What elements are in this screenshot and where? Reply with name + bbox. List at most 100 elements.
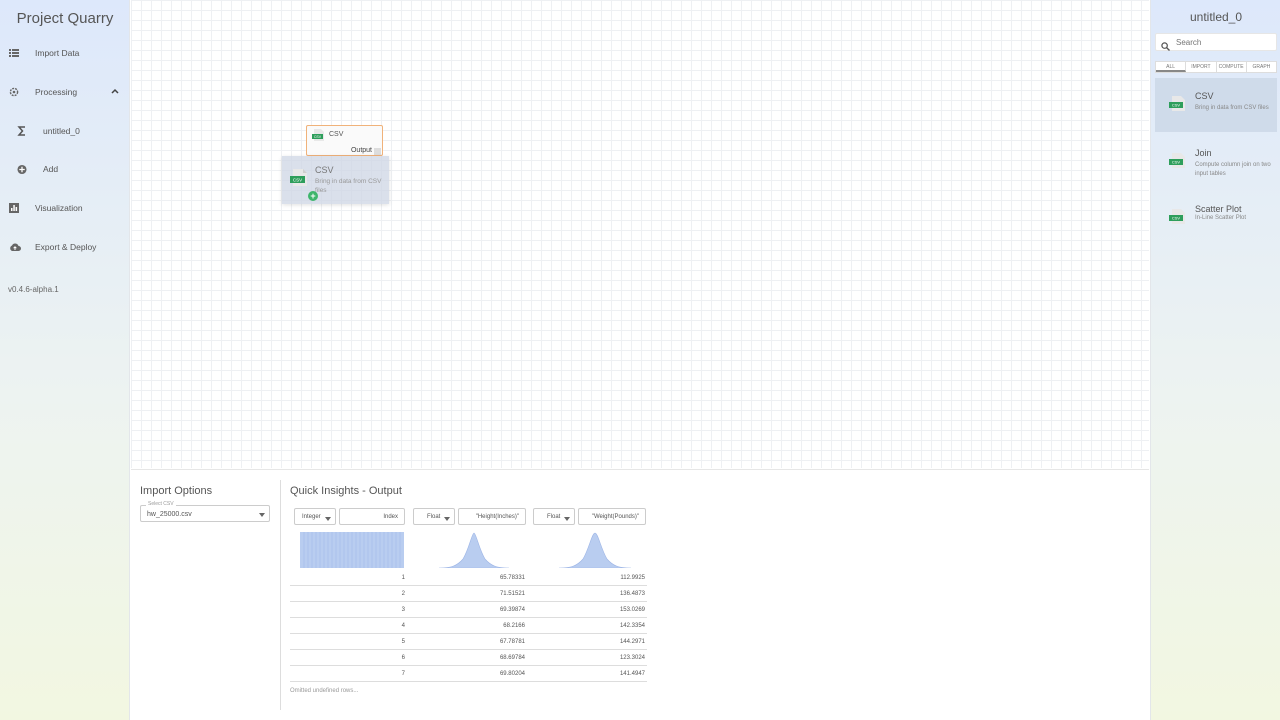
table-cell: 136.4873 — [619, 591, 645, 597]
nav-export-deploy[interactable]: Export & Deploy — [0, 236, 130, 258]
output-port-handle[interactable] — [374, 148, 381, 155]
select-csv-dropdown[interactable]: Select CSV hw_25000.csv — [140, 501, 270, 522]
table-row: 2 71.51521 136.4873 — [290, 586, 647, 602]
search-input[interactable] — [1176, 36, 1274, 49]
table-row: 5 67.78781 144.2971 — [290, 634, 647, 650]
palette-item-description: In-Line Scatter Plot — [1195, 215, 1247, 221]
chevron-down-icon — [444, 517, 450, 521]
bar-chart-icon — [9, 203, 19, 213]
chevron-down-icon — [259, 513, 265, 517]
palette-item-title: Scatter Plot — [1195, 204, 1242, 214]
filter-tab-all[interactable]: ALL — [1156, 62, 1187, 72]
list-icon — [9, 48, 19, 58]
column-name-field[interactable]: "Height(Inches)" — [458, 508, 526, 525]
search-icon — [1161, 38, 1170, 56]
csv-file-icon: CSV — [1168, 96, 1186, 117]
column-type-value: Float — [427, 514, 441, 520]
csv-file-icon: CSV — [311, 129, 325, 147]
select-value: hw_25000.csv — [147, 511, 192, 518]
filter-tab-compute[interactable]: COMPUTE — [1217, 62, 1247, 72]
filter-tab-import[interactable]: IMPORT — [1186, 62, 1217, 72]
csv-node[interactable]: CSV CSV Output — [306, 125, 383, 156]
bottom-panel: Import Options Select CSV hw_25000.csv Q… — [131, 469, 1149, 720]
table-cell: 2 — [401, 591, 405, 597]
ghost-description: Bring in data from CSV files — [315, 178, 382, 194]
filter-tab-graph[interactable]: GRAPH — [1247, 62, 1276, 72]
table-cell: 71.51521 — [499, 591, 525, 597]
column-type-select[interactable]: Float — [533, 508, 575, 525]
palette-search[interactable] — [1155, 33, 1277, 51]
ghost-title: CSV — [315, 165, 334, 175]
table-cell: 5 — [401, 639, 405, 645]
histogram-area — [558, 532, 632, 568]
height-histogram — [438, 532, 510, 568]
drag-ghost-csv: CSV CSV Bring in data from CSV files + — [282, 156, 389, 204]
graph-canvas[interactable]: CSV CSV Output CSV CSV Bring in data fro… — [131, 0, 1149, 468]
histogram-area — [438, 532, 510, 568]
palette-item-description: Compute column join on two input tables — [1195, 162, 1271, 177]
node-palette: untitled_0 ALL IMPORT COMPUTE GRAPH CSV … — [1150, 0, 1280, 720]
nav-import-data[interactable]: Import Data — [0, 42, 130, 64]
select-label: Select CSV — [146, 501, 176, 507]
table-cell: 3 — [401, 607, 405, 613]
palette-item-description: Bring in data from CSV files — [1195, 105, 1269, 111]
table-row: 4 68.2166 142.3354 — [290, 618, 647, 634]
table-cell: 69.80204 — [499, 671, 525, 677]
quick-insights-title: Quick Insights - Output — [290, 485, 402, 497]
filter-tabs: ALL IMPORT COMPUTE GRAPH — [1155, 61, 1277, 73]
table-row: 3 69.39874 153.0269 — [290, 602, 647, 618]
app-root: Project Quarry Import Data Processing un… — [0, 0, 1280, 720]
palette-item-csv[interactable]: CSV CSV Bring in data from CSV files — [1155, 78, 1277, 132]
table-row: 6 68.69784 123.3024 — [290, 650, 647, 666]
add-circle-icon — [17, 164, 27, 174]
panel-divider — [280, 480, 281, 710]
chevron-down-icon — [564, 517, 570, 521]
chevron-up-icon[interactable] — [110, 86, 120, 96]
document-title: untitled_0 — [1189, 10, 1243, 24]
import-options-title: Import Options — [140, 485, 213, 497]
icon-text: CSV — [1172, 216, 1181, 221]
table-cell: 68.2166 — [503, 623, 525, 629]
table-cell: 67.78781 — [499, 639, 525, 645]
nav-label: Export & Deploy — [35, 242, 97, 252]
palette-item-title: Join — [1195, 148, 1212, 158]
app-title: Project Quarry — [16, 10, 114, 27]
table-cell: 1 — [401, 575, 405, 581]
nav-label: Processing — [35, 87, 78, 97]
palette-item-scatter-plot[interactable]: CSV Scatter Plot In-Line Scatter Plot — [1155, 191, 1277, 245]
weight-histogram — [558, 532, 632, 568]
table-cell: 4 — [401, 623, 405, 629]
table-cell: 6 — [401, 655, 405, 661]
column-name-value: "Height(Inches)" — [475, 514, 519, 520]
chevron-down-icon — [325, 517, 331, 521]
column-type-select[interactable]: Integer — [294, 508, 336, 525]
nav-add[interactable]: Add — [0, 158, 130, 180]
table-row: 7 69.80204 141.4947 — [290, 666, 647, 682]
sigma-icon — [17, 126, 27, 136]
column-type-select[interactable]: Float — [413, 508, 455, 525]
index-histogram — [300, 532, 404, 568]
nav-label: Import Data — [35, 48, 80, 58]
palette-item-title: CSV — [1195, 91, 1214, 101]
nav-processing[interactable]: Processing — [0, 81, 130, 103]
icon-text: CSV — [1172, 160, 1181, 165]
table-cell: 123.3024 — [619, 655, 645, 661]
column-type-value: Integer — [302, 514, 321, 520]
table-row: 1 65.78331 112.9925 — [290, 570, 647, 586]
palette-item-join[interactable]: CSV Join Compute column join on two inpu… — [1155, 135, 1277, 189]
insights-table: 1 65.78331 112.9925 2 71.51521 136.4873 … — [290, 570, 647, 682]
csv-file-icon: CSV — [288, 169, 308, 192]
column-name-value: "Weight(Pounds)" — [591, 514, 639, 520]
node-title: CSV — [329, 131, 344, 138]
table-cell: 65.78331 — [499, 575, 525, 581]
column-name-field[interactable]: "Weight(Pounds)" — [578, 508, 646, 525]
nav-label: untitled_0 — [43, 126, 80, 136]
omitted-rows-note: Omitted undefined rows... — [290, 688, 359, 694]
csv-file-icon: CSV — [1168, 209, 1186, 230]
column-name-value: Index — [383, 514, 398, 520]
nav-visualization[interactable]: Visualization — [0, 197, 130, 219]
nav-graph-untitled[interactable]: untitled_0 — [0, 120, 130, 142]
table-cell: 141.4947 — [619, 671, 645, 677]
column-name-field[interactable]: Index — [339, 508, 405, 525]
table-cell: 153.0269 — [619, 607, 645, 613]
